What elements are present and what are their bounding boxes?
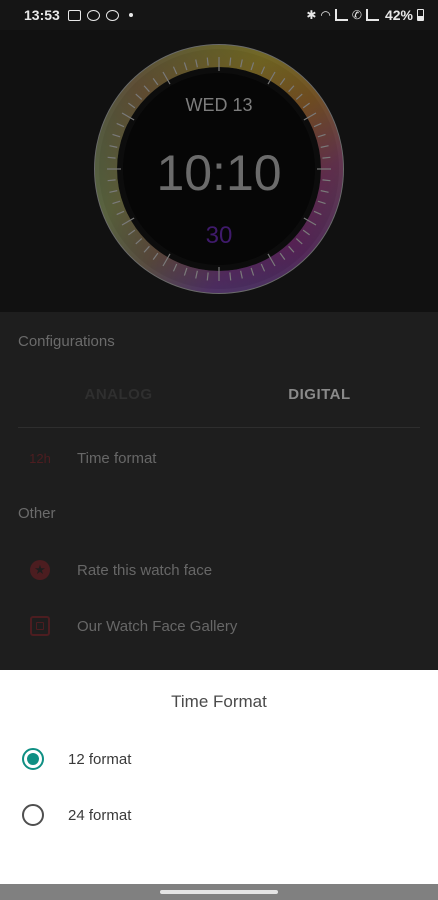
radio-24-format[interactable] [22, 804, 44, 826]
more-notifications-icon [128, 13, 133, 17]
rate-watch-face-label: Rate this watch face [77, 561, 213, 579]
minute-tick [229, 57, 232, 66]
bluetooth-icon: ✱ [306, 8, 317, 22]
option-24-format[interactable]: 24 format [22, 795, 422, 835]
cloud-notification-icon [105, 9, 119, 21]
status-bar: 13:53 ✱ ◠ ✆ 42% [0, 0, 438, 30]
status-time: 13:53 [24, 7, 60, 23]
minute-tick [229, 272, 232, 281]
watch-type-tabs: ANALOG DIGITAL [18, 372, 420, 428]
app-notification-icon [86, 9, 100, 21]
time-format-icon-text: 12h [29, 450, 51, 466]
other-header: Other [18, 505, 56, 522]
minute-tick [206, 57, 209, 66]
minute-tick [107, 156, 116, 159]
minute-tick [206, 272, 209, 281]
tab-analog[interactable]: ANALOG [18, 372, 219, 427]
option-12-format[interactable]: 12 format [22, 739, 422, 779]
option-12-format-label: 12 format [68, 750, 132, 768]
watch-date: WED 13 [185, 95, 252, 115]
watch-face-gallery-label: Our Watch Face Gallery [77, 617, 238, 635]
star-icon: ★ [30, 560, 50, 580]
minute-tick [107, 179, 116, 182]
watch-face-preview: WED 13 10:10 30 [0, 30, 438, 312]
option-24-format-label: 24 format [68, 806, 132, 824]
watch-time: 10:10 [156, 145, 281, 201]
time-format-label: Time format [77, 449, 157, 467]
call-icon: ✆ [351, 8, 362, 22]
home-gesture-handle[interactable] [160, 890, 278, 894]
time-format-dialog: Time Format 12 format 24 format [0, 670, 438, 884]
time-format-row[interactable]: 12h Time format [18, 438, 420, 478]
gallery-icon [30, 616, 50, 636]
radio-12-format[interactable] [22, 748, 44, 770]
signal-icon [334, 9, 348, 21]
configurations-header: Configurations [18, 333, 115, 350]
wifi-icon: ◠ [320, 8, 331, 22]
gallery-notification-icon [67, 9, 81, 21]
time-format-icon: 12h [20, 438, 60, 478]
signal-2-icon [365, 9, 379, 21]
minute-tick [322, 156, 331, 159]
config-panel: Configurations ANALOG DIGITAL 12h Time f… [0, 312, 438, 670]
navigation-bar [0, 884, 438, 900]
rate-watch-face-row[interactable]: ★ Rate this watch face [18, 550, 420, 590]
tab-digital[interactable]: DIGITAL [219, 372, 420, 427]
dialog-title: Time Format [171, 692, 267, 711]
watch-face-gallery-row[interactable]: Our Watch Face Gallery [18, 606, 420, 646]
watch-face-graphic: WED 13 10:10 30 [94, 44, 344, 294]
battery-percent: 42% [384, 7, 413, 23]
watch-seconds: 30 [206, 222, 233, 249]
battery-icon [417, 9, 424, 21]
minute-tick [322, 179, 331, 182]
